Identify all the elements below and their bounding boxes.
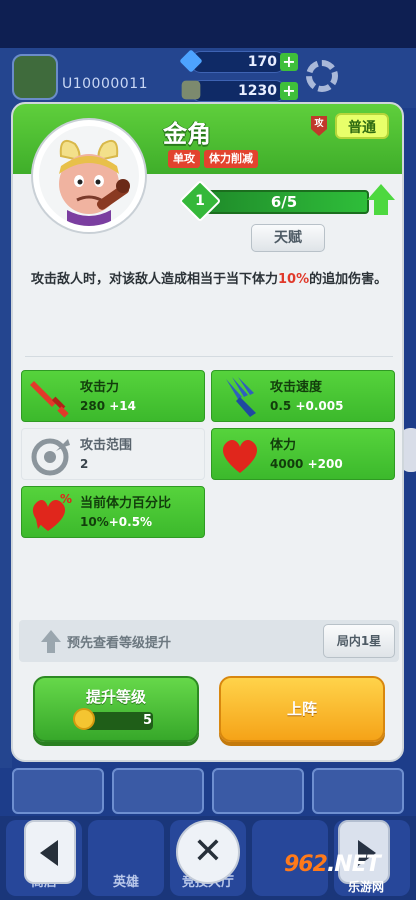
- hero-character-icon: [39, 126, 139, 226]
- talent-button[interactable]: 天赋: [251, 224, 325, 252]
- watermark-logo-number: 962: [284, 852, 328, 877]
- close-button[interactable]: ✕: [176, 820, 240, 884]
- stat-hp: 体力 4000 +200: [211, 428, 395, 480]
- hero-card[interactable]: [112, 768, 204, 814]
- target-range-icon: [31, 438, 70, 476]
- hero-card-row: [0, 768, 416, 816]
- stat-attack: 攻击力 280 +14: [21, 370, 205, 422]
- stat-current-hp-percent-value: 10%+0.5%: [80, 515, 152, 529]
- gear-icon[interactable]: [306, 60, 338, 92]
- stat-attack-value: 280 +14: [80, 399, 136, 413]
- broken-heart-percent-icon: %: [32, 492, 72, 531]
- level-up-arrow-stem: [374, 199, 388, 215]
- add-gold-button[interactable]: +: [280, 82, 298, 100]
- in-game-star-button[interactable]: 局内1星: [323, 624, 395, 658]
- stat-current-hp-percent-title: 当前体力百分比: [80, 496, 172, 511]
- hero-tag-hp-reduction: 体力削减: [204, 150, 258, 168]
- stat-hp-base: 4000: [270, 457, 304, 471]
- level-preview-bar: 预先查看等级提升 局内1星: [19, 620, 399, 662]
- stat-current-hp-percent-base: 10%: [80, 515, 109, 529]
- coin-icon: [73, 708, 95, 730]
- stat-attack-base: 280: [80, 399, 106, 413]
- heart-icon: [222, 440, 258, 473]
- svg-text:%: %: [60, 492, 72, 506]
- description-text-end: 的追加伤害。: [309, 272, 388, 287]
- stat-current-hp-percent: % 当前体力百分比 10%+0.5%: [21, 486, 205, 538]
- level-preview-label: 预先查看等级提升: [67, 636, 172, 651]
- speed-claw-icon: [226, 377, 256, 417]
- hero-detail-dialog: 金角 单攻 体力削减 攻 普通 6/5 1 天赋 攻击敌人时，对该敌人造成相当于…: [11, 102, 404, 762]
- stat-hp-title: 体力: [270, 438, 297, 453]
- watermark-subtext: 乐游网: [348, 880, 385, 894]
- skill-description: 攻击敌人时，对该敌人造成相当于当下体力10%的追加伤害。: [31, 270, 389, 289]
- hero-card[interactable]: [12, 768, 104, 814]
- hero-portrait: [33, 120, 145, 232]
- divider: [25, 356, 393, 357]
- stat-attack-range: 攻击范围 2: [21, 428, 205, 480]
- gems-counter: 170: [190, 51, 286, 73]
- player-id: U10000011: [62, 76, 149, 92]
- upgrade-cost: 5: [143, 713, 153, 728]
- deploy-button[interactable]: 上阵: [219, 676, 385, 742]
- stat-current-hp-percent-bonus: +0.5%: [108, 515, 153, 529]
- stat-hp-bonus: +200: [307, 457, 343, 471]
- stat-hp-value: 4000 +200: [270, 457, 343, 471]
- description-highlight: 10%: [278, 272, 310, 287]
- stat-attack-speed-title: 攻击速度: [270, 380, 323, 395]
- stat-attack-range-value: 2: [80, 457, 88, 471]
- stat-attack-speed-bonus: +0.005: [295, 399, 344, 413]
- gold-counter: 1230: [190, 80, 286, 102]
- player-avatar[interactable]: [12, 54, 58, 100]
- stat-attack-bonus: +14: [109, 399, 137, 413]
- stat-attack-title: 攻击力: [80, 380, 120, 395]
- nav-heroes[interactable]: 英雄: [88, 820, 164, 896]
- level-up-arrow-icon: [367, 184, 395, 200]
- gold-icon: [181, 80, 201, 100]
- level-number: 1: [195, 193, 205, 209]
- hero-tag-single-target: 单攻: [168, 150, 200, 168]
- stat-attack-range-base: 2: [80, 457, 89, 471]
- stat-attack-speed-value: 0.5 +0.005: [270, 399, 343, 413]
- stat-attack-range-title: 攻击范围: [80, 438, 133, 453]
- hero-card[interactable]: [212, 768, 304, 814]
- hero-name: 金角: [163, 120, 211, 148]
- site-watermark: 962.NET 乐游网: [284, 852, 412, 896]
- sword-icon: [30, 381, 69, 418]
- hero-card[interactable]: [312, 768, 404, 814]
- upgrade-label: 提升等级: [85, 688, 146, 706]
- watermark-logo: 962.NET: [284, 852, 381, 877]
- up-arrow-icon-stem: [47, 641, 55, 653]
- description-text: 攻击敌人时，对该敌人造成相当于当下体力: [31, 272, 279, 287]
- stat-attack-speed-base: 0.5: [270, 399, 292, 413]
- stat-attack-speed: 攻击速度 0.5 +0.005: [211, 370, 395, 422]
- add-gems-button[interactable]: +: [280, 53, 298, 71]
- card-progress-bar: 6/5: [199, 190, 369, 214]
- status-bar: [0, 0, 416, 48]
- previous-hero-button[interactable]: [24, 820, 76, 884]
- watermark-logo-suffix: .NET: [326, 852, 381, 877]
- rarity-button[interactable]: 普通: [335, 113, 389, 139]
- upgrade-button[interactable]: 提升等级 5: [33, 676, 199, 742]
- level-progress: 6/5 1: [178, 179, 395, 223]
- nav-heroes-label: 英雄: [112, 875, 139, 890]
